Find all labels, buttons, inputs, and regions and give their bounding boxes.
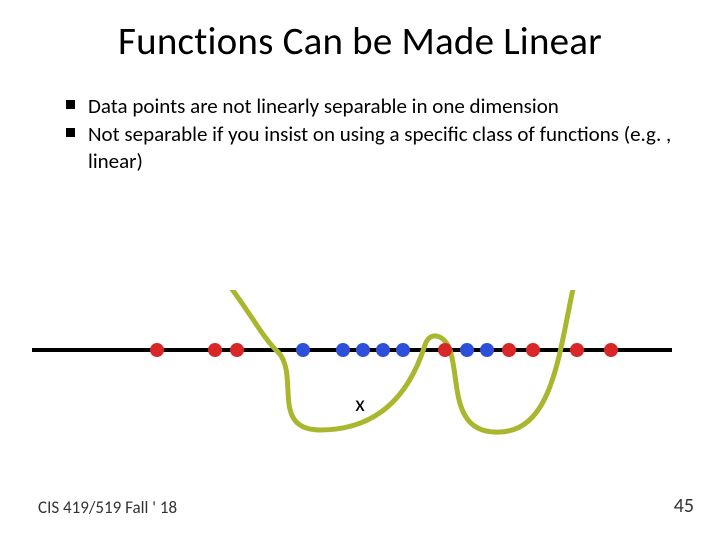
data-point-red xyxy=(570,343,584,357)
data-point-blue xyxy=(460,343,474,357)
data-point-red xyxy=(502,343,516,357)
data-point-blue xyxy=(296,343,310,357)
data-point-red xyxy=(150,343,164,357)
bullet-item: Not separable if you insist on using a s… xyxy=(66,121,680,174)
data-point-blue xyxy=(376,343,390,357)
data-point-red xyxy=(604,343,618,357)
slide-number: 45 xyxy=(674,494,694,518)
data-point-blue xyxy=(336,343,350,357)
slide-title: Functions Can be Made Linear xyxy=(40,18,680,65)
data-point-red xyxy=(438,343,452,357)
x-axis-label: x xyxy=(0,390,720,417)
data-point-blue xyxy=(480,343,494,357)
bullet-item: Data points are not linearly separable i… xyxy=(66,93,680,119)
figure: x xyxy=(0,290,720,450)
footer-course: CIS 419/519 Fall ' 18 xyxy=(38,497,177,518)
data-point-red xyxy=(230,343,244,357)
data-point-red xyxy=(526,343,540,357)
data-point-red xyxy=(208,343,222,357)
data-point-blue xyxy=(396,343,410,357)
slide: Functions Can be Made Linear Data points… xyxy=(0,0,720,540)
separating-curve xyxy=(0,290,720,450)
data-point-blue xyxy=(356,343,370,357)
bullet-list: Data points are not linearly separable i… xyxy=(66,93,680,174)
